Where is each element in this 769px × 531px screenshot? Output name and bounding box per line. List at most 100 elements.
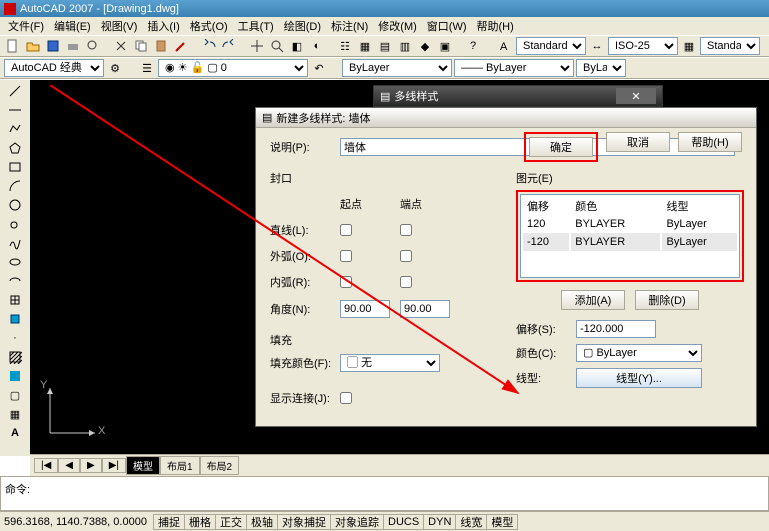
ellipsearc-icon[interactable] — [6, 272, 24, 290]
tab-nav-last[interactable]: ▶| — [102, 458, 126, 473]
zoom-window-icon[interactable]: ◧ — [288, 37, 306, 55]
menu-view[interactable]: 视图(V) — [97, 18, 142, 34]
caps-inner-end-check[interactable] — [400, 276, 412, 288]
angle-end-input[interactable] — [400, 300, 450, 318]
pan-icon[interactable] — [248, 37, 266, 55]
print-icon[interactable] — [64, 37, 82, 55]
zoom-icon[interactable] — [268, 37, 286, 55]
line-icon[interactable] — [6, 82, 24, 100]
tab-layout2[interactable]: 布局2 — [200, 456, 240, 475]
table-icon[interactable]: ▦ — [6, 405, 24, 423]
dcenter-icon[interactable]: ▦ — [356, 37, 374, 55]
textstyle-select[interactable]: Standard — [516, 37, 586, 55]
hatch-icon[interactable] — [6, 348, 24, 366]
ok-button[interactable]: 确定 — [529, 137, 593, 157]
paste-icon[interactable] — [152, 37, 170, 55]
arc-icon[interactable] — [6, 177, 24, 195]
linetype-button[interactable]: 线型(Y)... — [576, 368, 702, 388]
ws-settings-icon[interactable]: ⚙ — [106, 59, 124, 77]
status-polar[interactable]: 极轴 — [246, 514, 278, 530]
elem-color-select[interactable]: ▢ ByLayer — [576, 344, 702, 362]
fillcolor-select[interactable]: ▢ 无 — [340, 354, 440, 372]
delete-button[interactable]: 删除(D) — [635, 290, 699, 310]
cut-icon[interactable] — [112, 37, 130, 55]
properties-icon[interactable]: ☷ — [336, 37, 354, 55]
layer-select[interactable]: ◉ ☀ 🔓 ▢ 0 — [158, 59, 308, 77]
tab-nav-first[interactable]: |◀ — [34, 458, 58, 473]
zoom-prev-icon[interactable]: ◐ — [308, 37, 326, 55]
sheet-icon[interactable]: ▥ — [396, 37, 414, 55]
menu-window[interactable]: 窗口(W) — [423, 18, 471, 34]
tablestyle-select[interactable]: Standard — [700, 37, 760, 55]
workspace-select[interactable]: AutoCAD 经典 — [4, 59, 104, 77]
status-grid[interactable]: 栅格 — [184, 514, 216, 530]
tablestyle-icon[interactable]: ▦ — [680, 37, 698, 55]
tab-model[interactable]: 模型 — [126, 456, 160, 475]
elements-table[interactable]: 偏移 颜色 线型 120BYLAYERByLayer -120BYLAYERBy… — [520, 194, 740, 278]
circle-icon[interactable] — [6, 196, 24, 214]
dialog-titlebar[interactable]: ▤ 新建多线样式: 墙体 — [256, 108, 756, 128]
textstyle-icon[interactable]: A — [496, 37, 514, 55]
new-icon[interactable] — [4, 37, 22, 55]
toolpal-icon[interactable]: ▤ — [376, 37, 394, 55]
menu-draw[interactable]: 绘图(D) — [280, 18, 325, 34]
offset-input[interactable] — [576, 320, 656, 338]
status-model[interactable]: 模型 — [486, 514, 518, 530]
dimstyle-select[interactable]: ISO-25 — [608, 37, 678, 55]
status-snap[interactable]: 捕捉 — [153, 514, 185, 530]
status-dyn[interactable]: DYN — [423, 514, 456, 530]
tab-nav-prev[interactable]: ◀ — [58, 458, 80, 473]
caps-line-end-check[interactable] — [400, 224, 412, 236]
dimstyle-icon[interactable]: ↔ — [588, 37, 606, 55]
region-icon[interactable]: ▢ — [6, 386, 24, 404]
table-row[interactable]: 120BYLAYERByLayer — [523, 217, 737, 231]
add-button[interactable]: 添加(A) — [561, 290, 625, 310]
linetype-select[interactable]: —— ByLayer — [454, 59, 574, 77]
point-icon[interactable]: · — [6, 329, 24, 347]
lineweight-select[interactable]: ByLa — [576, 59, 626, 77]
dlg1-close-icon[interactable]: ✕ — [616, 88, 656, 104]
markup-icon[interactable]: ◆ — [416, 37, 434, 55]
copy-icon[interactable] — [132, 37, 150, 55]
angle-start-input[interactable] — [340, 300, 390, 318]
open-icon[interactable] — [24, 37, 42, 55]
menu-edit[interactable]: 编辑(E) — [50, 18, 95, 34]
menu-format[interactable]: 格式(O) — [186, 18, 232, 34]
layer-prev-icon[interactable]: ↶ — [310, 59, 328, 77]
polygon-icon[interactable] — [6, 139, 24, 157]
showjoints-check[interactable] — [340, 392, 352, 404]
gradient-icon[interactable] — [6, 367, 24, 385]
redo-icon[interactable] — [220, 37, 238, 55]
cancel-button[interactable]: 取消 — [606, 132, 670, 152]
insert-icon[interactable] — [6, 291, 24, 309]
menu-tools[interactable]: 工具(T) — [234, 18, 278, 34]
menu-file[interactable]: 文件(F) — [4, 18, 48, 34]
ellipse-icon[interactable] — [6, 253, 24, 271]
rect-icon[interactable] — [6, 158, 24, 176]
color-select[interactable]: ByLayer — [342, 59, 452, 77]
save-icon[interactable] — [44, 37, 62, 55]
caps-inner-start-check[interactable] — [340, 276, 352, 288]
block-icon[interactable] — [6, 310, 24, 328]
status-lwt[interactable]: 线宽 — [455, 514, 487, 530]
status-otrack[interactable]: 对象追踪 — [330, 514, 384, 530]
menu-insert[interactable]: 插入(I) — [143, 18, 183, 34]
layer-prop-icon[interactable]: ☰ — [138, 59, 156, 77]
pline-icon[interactable] — [6, 120, 24, 138]
help-icon[interactable]: ? — [464, 37, 482, 55]
revcloud-icon[interactable] — [6, 215, 24, 233]
spline-icon[interactable] — [6, 234, 24, 252]
status-ducs[interactable]: DUCS — [383, 514, 424, 530]
tab-layout1[interactable]: 布局1 — [160, 456, 200, 475]
caps-line-start-check[interactable] — [340, 224, 352, 236]
xline-icon[interactable] — [6, 101, 24, 119]
caps-outer-start-check[interactable] — [340, 250, 352, 262]
status-ortho[interactable]: 正交 — [215, 514, 247, 530]
status-osnap[interactable]: 对象捕捉 — [277, 514, 331, 530]
table-row[interactable]: -120BYLAYERByLayer — [523, 233, 737, 251]
menu-dim[interactable]: 标注(N) — [327, 18, 372, 34]
undo-icon[interactable] — [200, 37, 218, 55]
caps-outer-end-check[interactable] — [400, 250, 412, 262]
preview-icon[interactable] — [84, 37, 102, 55]
menu-modify[interactable]: 修改(M) — [374, 18, 421, 34]
